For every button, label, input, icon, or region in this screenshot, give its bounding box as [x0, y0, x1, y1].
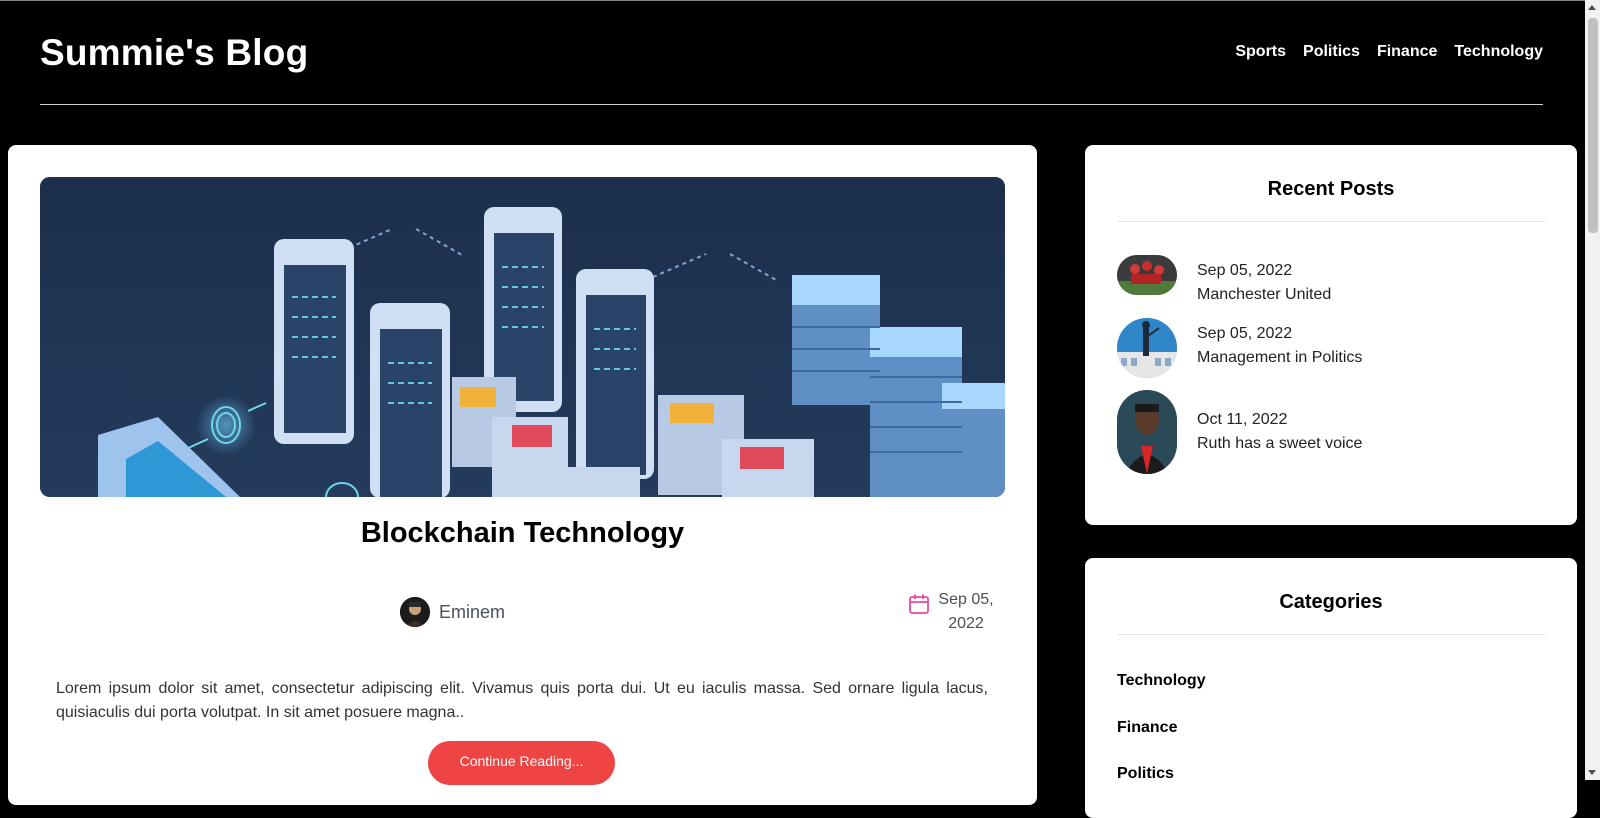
header-divider — [40, 104, 1543, 105]
recent-post-date: Oct 11, 2022 — [1197, 411, 1288, 428]
nav-item-technology[interactable]: Technology — [1454, 43, 1543, 61]
recent-post-title[interactable]: Manchester United — [1197, 283, 1331, 307]
recent-post-thumbnail — [1117, 255, 1177, 295]
recent-posts-widget: Recent Posts Sep 05, 2022 Manchester Uni… — [1085, 145, 1577, 525]
categories-widget: Categories Technology Finance Politics — [1085, 558, 1577, 818]
main-nav: Sports Politics Finance Technology — [1235, 43, 1543, 61]
site-header: Summie's Blog Sports Politics Finance Te… — [40, 28, 1543, 106]
post-hero-image[interactable] — [40, 177, 1005, 497]
category-item-politics[interactable]: Politics — [1117, 764, 1174, 784]
recent-post-title[interactable]: Management in Politics — [1197, 346, 1362, 370]
page-scrollbar[interactable] — [1585, 0, 1600, 780]
recent-post-thumbnail — [1117, 318, 1177, 378]
window-top-border — [0, 0, 1600, 1]
calendar-icon — [909, 594, 929, 614]
nav-item-politics[interactable]: Politics — [1303, 43, 1360, 61]
post-card: Blockchain Technology Eminem Sep 05, 202… — [8, 145, 1037, 805]
post-excerpt: Lorem ipsum dolor sit amet, consectetur … — [56, 680, 988, 721]
recent-posts-title: Recent Posts — [1267, 178, 1395, 200]
post-title[interactable]: Blockchain Technology — [8, 513, 1037, 553]
recent-post-title[interactable]: Ruth has a sweet voice — [1197, 432, 1362, 456]
scrollbar-thumb[interactable] — [1588, 18, 1598, 233]
category-item-technology[interactable]: Technology — [1117, 671, 1206, 691]
categories-divider — [1117, 634, 1545, 635]
site-logo[interactable]: Summie's Blog — [40, 28, 308, 78]
scroll-up-arrow-icon[interactable] — [1588, 5, 1596, 10]
recent-post-thumbnail — [1117, 390, 1177, 474]
post-date-text: Sep 05, 2022 — [938, 591, 994, 632]
blockchain-illustration — [40, 177, 1005, 497]
categories-title: Categories — [1279, 591, 1383, 613]
nav-item-finance[interactable]: Finance — [1377, 43, 1437, 61]
category-item-finance[interactable]: Finance — [1117, 718, 1177, 738]
post-author: Eminem — [400, 597, 505, 627]
recent-posts-divider — [1117, 221, 1545, 222]
nav-item-sports[interactable]: Sports — [1235, 43, 1286, 61]
scroll-down-arrow-icon[interactable] — [1588, 770, 1596, 775]
continue-reading-button[interactable]: Continue Reading... — [428, 741, 615, 785]
recent-post-date: Sep 05, 2022 — [1197, 262, 1293, 279]
recent-post-date: Sep 05, 2022 — [1197, 325, 1293, 342]
author-name[interactable]: Eminem — [439, 602, 505, 623]
author-avatar — [400, 597, 430, 627]
